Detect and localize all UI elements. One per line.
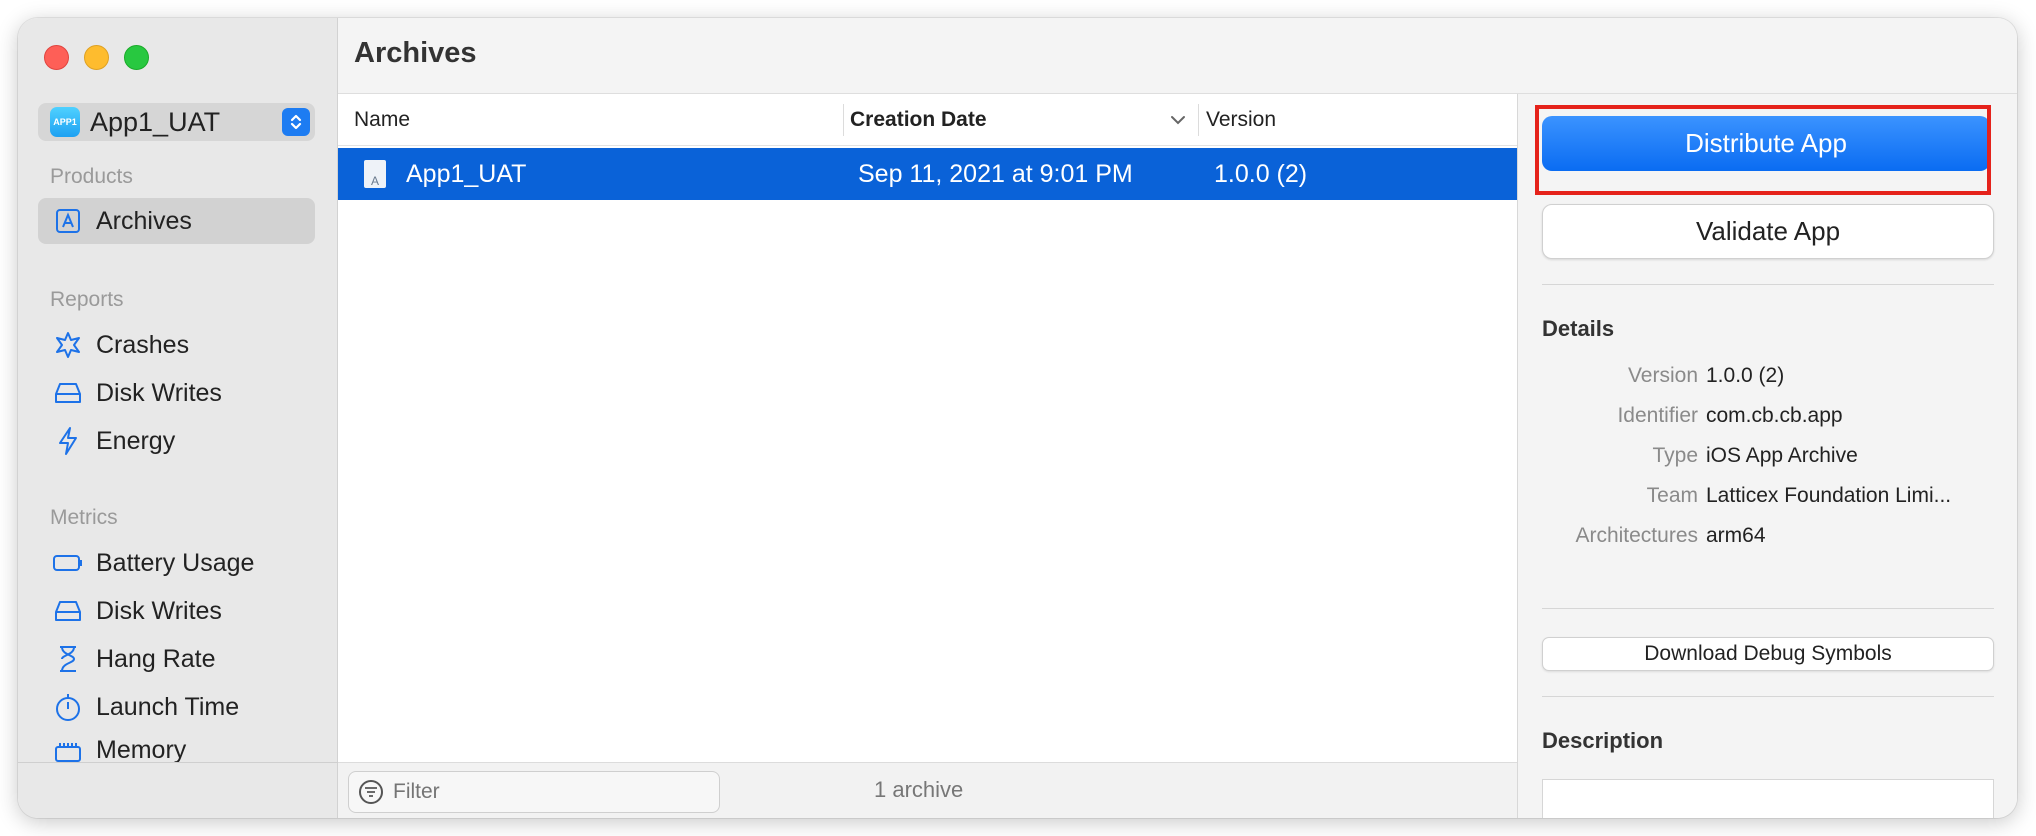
sidebar-item-label: Hang Rate [96, 644, 216, 673]
zoom-window-button[interactable] [124, 45, 149, 70]
stopwatch-icon [52, 691, 84, 723]
detail-value: Latticex Foundation Limi... [1706, 484, 1952, 507]
filter-icon [359, 780, 383, 804]
sidebar-item-label: Disk Writes [96, 378, 222, 407]
column-header-version[interactable]: Version [1206, 94, 1276, 146]
sidebar-item-battery-usage[interactable]: Battery Usage [38, 540, 315, 586]
sidebar-item-hang-rate[interactable]: Hang Rate [38, 636, 315, 682]
divider [1542, 284, 1994, 285]
sidebar-item-energy[interactable]: Energy [38, 418, 315, 464]
detail-row-team: Team Latticex Foundation Limi... [1542, 484, 1994, 514]
validate-app-button[interactable]: Validate App [1542, 204, 1994, 259]
section-heading-products: Products [50, 165, 133, 188]
divider [1542, 696, 1994, 697]
detail-key: Type [1652, 444, 1698, 467]
filter-input[interactable] [393, 780, 693, 804]
titlebar: Archives [338, 18, 2017, 94]
inspector-panel: Distribute App Validate App Details Vers… [1517, 94, 2017, 818]
app-icon: APP1 [50, 107, 80, 137]
close-window-button[interactable] [44, 45, 69, 70]
sidebar-item-memory[interactable]: Memory [38, 732, 315, 762]
highlight-annotation [1535, 105, 1991, 195]
archive-date: Sep 11, 2021 at 9:01 PM [858, 159, 1133, 188]
battery-icon [52, 547, 84, 579]
sidebar: APP1 App1_UAT Products Archives Reports … [18, 18, 338, 818]
detail-key: Version [1627, 364, 1698, 387]
detail-row-identifier: Identifier com.cb.cb.app [1542, 404, 1994, 434]
detail-key: Architectures [1575, 524, 1698, 547]
filter-field[interactable] [348, 771, 720, 813]
scheme-selector[interactable]: APP1 App1_UAT [38, 103, 315, 141]
organizer-window: APP1 App1_UAT Products Archives Reports … [18, 18, 2017, 818]
sidebar-item-disk-writes[interactable]: Disk Writes [38, 370, 315, 416]
divider [1542, 608, 1994, 609]
section-heading-reports: Reports [50, 288, 124, 311]
crashes-icon [52, 329, 84, 361]
sidebar-item-label: Disk Writes [96, 596, 222, 625]
description-heading: Description [1542, 728, 1664, 753]
archives-icon [52, 205, 84, 237]
energy-icon [52, 425, 84, 457]
column-separator[interactable] [843, 104, 844, 136]
detail-value: iOS App Archive [1706, 444, 1858, 467]
table-row[interactable]: A App1_UAT Sep 11, 2021 at 9:01 PM 1.0.0… [338, 148, 1518, 200]
sidebar-item-crashes[interactable]: Crashes [38, 322, 315, 368]
column-header-name[interactable]: Name [354, 94, 410, 146]
bottom-bar: 1 archive [338, 762, 1518, 818]
detail-key: Identifier [1617, 404, 1698, 427]
sidebar-divider [18, 762, 338, 763]
sidebar-item-label: Battery Usage [96, 548, 255, 577]
detail-value: arm64 [1706, 524, 1766, 547]
memory-icon [52, 736, 84, 762]
sidebar-item-label: Crashes [96, 330, 190, 359]
archive-version: 1.0.0 (2) [1214, 159, 1308, 188]
description-field[interactable] [1542, 779, 1994, 818]
hourglass-icon [52, 643, 84, 675]
window-controls [44, 45, 149, 70]
detail-value: 1.0.0 (2) [1706, 364, 1785, 387]
archive-icon: A [364, 160, 386, 188]
detail-key: Team [1646, 484, 1698, 507]
sidebar-item-archives[interactable]: Archives [38, 198, 315, 244]
archive-count: 1 archive [874, 777, 964, 802]
minimize-window-button[interactable] [84, 45, 109, 70]
details-heading: Details [1542, 316, 1615, 341]
page-title: Archives [354, 37, 477, 69]
sidebar-item-label: Archives [96, 206, 192, 235]
disk-icon [52, 377, 84, 409]
column-separator[interactable] [1198, 104, 1199, 136]
detail-row-architectures: Architectures arm64 [1542, 524, 1994, 554]
sidebar-item-launch-time[interactable]: Launch Time [38, 684, 315, 730]
sidebar-item-label: Launch Time [96, 692, 240, 721]
detail-value: com.cb.cb.app [1706, 404, 1843, 427]
sort-descending-icon[interactable] [1170, 94, 1186, 146]
detail-row-version: Version 1.0.0 (2) [1542, 364, 1994, 394]
sidebar-item-label: Energy [96, 426, 176, 455]
chevron-updown-icon[interactable] [282, 108, 310, 136]
detail-row-type: Type iOS App Archive [1542, 444, 1994, 474]
download-debug-symbols-button[interactable]: Download Debug Symbols [1542, 637, 1994, 671]
table-header: Name Creation Date Version [338, 94, 1518, 146]
section-heading-metrics: Metrics [50, 506, 118, 529]
archive-name: App1_UAT [406, 159, 527, 188]
sidebar-item-label: Memory [96, 736, 187, 762]
column-header-creation-date[interactable]: Creation Date [850, 94, 987, 146]
scheme-name: App1_UAT [90, 106, 221, 137]
sidebar-item-disk-writes-metric[interactable]: Disk Writes [38, 588, 315, 634]
disk-icon [52, 595, 84, 627]
